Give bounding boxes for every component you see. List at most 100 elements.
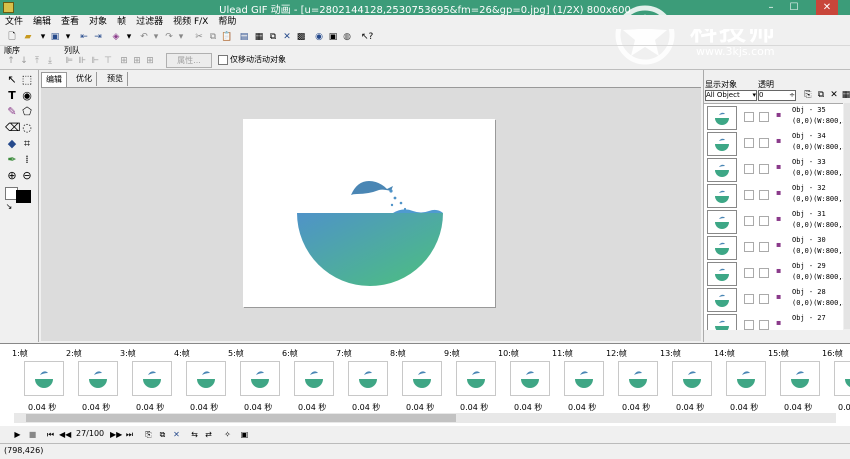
align-left-icon[interactable]: ⊫ xyxy=(64,56,74,66)
play-icon[interactable]: ▶ xyxy=(12,429,23,440)
align-bottom-icon[interactable]: ⊞ xyxy=(132,56,142,66)
object-lock-checkbox[interactable] xyxy=(759,138,769,148)
new-file-icon[interactable]: 🗋 xyxy=(6,31,18,43)
object-visible-checkbox[interactable] xyxy=(744,216,754,226)
dropdown-arrow-icon[interactable]: ▾ xyxy=(175,31,187,43)
object-visible-checkbox[interactable] xyxy=(744,294,754,304)
frame-item[interactable]: 13:帧 0.04 秒 xyxy=(660,344,714,414)
frame-item[interactable]: 9:帧 0.04 秒 xyxy=(444,344,498,414)
first-frame-icon[interactable]: ⏮ xyxy=(45,429,56,440)
layer-icon[interactable]: ◈ xyxy=(110,31,122,43)
next-frame-icon[interactable]: ▶▶ xyxy=(110,429,122,440)
reverse-frames-icon[interactable]: ⇆ xyxy=(189,429,200,440)
cut-icon[interactable]: ✂ xyxy=(193,31,205,43)
dropdown-arrow-icon[interactable]: ▾ xyxy=(37,31,49,43)
move-active-checkbox[interactable] xyxy=(218,55,228,65)
image-icon[interactable]: ▦ xyxy=(253,31,265,43)
redo-icon[interactable]: ↷ xyxy=(163,31,175,43)
object-lock-checkbox[interactable] xyxy=(759,268,769,278)
fill-tool-icon[interactable]: ◆ xyxy=(5,137,19,151)
open-folder-icon[interactable]: ▰ xyxy=(22,31,34,43)
menu-object[interactable]: 对象 xyxy=(84,15,112,29)
frame-item[interactable]: 7:帧 0.04 秒 xyxy=(336,344,390,414)
menu-view[interactable]: 查看 xyxy=(56,15,84,29)
frame-panel-scrollbar[interactable] xyxy=(14,413,836,423)
last-frame-icon[interactable]: ⏭ xyxy=(124,429,135,440)
properties-button[interactable]: 属性... xyxy=(166,53,212,68)
tab-preview[interactable]: 预览 xyxy=(103,72,128,86)
object-lock-checkbox[interactable] xyxy=(759,164,769,174)
browser-preview-icon[interactable]: ◍ xyxy=(341,31,353,43)
swap-colors-icon[interactable]: ↘ xyxy=(2,200,16,214)
tween-icon[interactable]: ⇄ xyxy=(203,429,214,440)
object-visible-checkbox[interactable] xyxy=(744,320,754,330)
frame-item[interactable]: 10:帧 0.04 秒 xyxy=(498,344,552,414)
distribute-icon[interactable]: ⊞ xyxy=(145,56,155,66)
frame-item[interactable]: 2:帧 0.04 秒 xyxy=(66,344,120,414)
eyedropper-tool-icon[interactable]: ◉ xyxy=(20,89,34,103)
object-visible-checkbox[interactable] xyxy=(744,242,754,252)
add-frame-icon[interactable]: ⎘ xyxy=(143,429,154,440)
duplicate-object-icon[interactable]: ⧉ xyxy=(815,89,827,101)
object-visible-checkbox[interactable] xyxy=(744,190,754,200)
object-visible-checkbox[interactable] xyxy=(744,164,754,174)
brush-tool-icon[interactable]: ✎ xyxy=(5,105,19,119)
pointer-tool-icon[interactable]: ↖ xyxy=(5,73,19,87)
pen-tool-icon[interactable]: ✒ xyxy=(5,153,19,167)
delete-icon[interactable]: ✕ xyxy=(281,31,293,43)
object-list-item[interactable]: ▪ Obj - 35 (0,0)(W:800,X: xyxy=(704,104,843,131)
optimize-icon[interactable]: ◉ xyxy=(313,31,325,43)
frame-item[interactable]: 8:帧 0.04 秒 xyxy=(390,344,444,414)
bring-forward-icon[interactable]: ↑ xyxy=(6,56,16,66)
undo-icon[interactable]: ↶ xyxy=(138,31,150,43)
scrollbar-thumb[interactable] xyxy=(26,414,456,422)
zoom-in-icon[interactable]: ⊕ xyxy=(5,169,19,183)
frame-item[interactable]: 15:帧 0.04 秒 xyxy=(768,344,822,414)
frame-item[interactable]: 11:帧 0.04 秒 xyxy=(552,344,606,414)
delete-object-icon[interactable]: ✕ xyxy=(828,89,840,101)
menu-filter[interactable]: 过滤器 xyxy=(131,15,168,29)
save-icon[interactable]: ▣ xyxy=(49,31,61,43)
object-filter-select[interactable]: All Object ▾ xyxy=(705,90,757,101)
menu-frame[interactable]: 帧 xyxy=(112,15,131,29)
object-visible-checkbox[interactable] xyxy=(744,138,754,148)
zoom-out-icon[interactable]: ⊖ xyxy=(20,169,34,183)
foreground-color-swatch[interactable] xyxy=(16,190,31,203)
frame-copy-icon[interactable]: ⧉ xyxy=(267,31,279,43)
frame-item[interactable]: 4:帧 0.04 秒 xyxy=(174,344,228,414)
bring-to-front-icon[interactable]: ⤒ xyxy=(32,56,42,66)
paste-icon[interactable]: 📋 xyxy=(221,31,233,43)
dropdown-arrow-icon[interactable]: ▾ xyxy=(123,31,135,43)
frame-item[interactable]: 12:帧 0.04 秒 xyxy=(606,344,660,414)
lasso-tool-icon[interactable]: ⬠ xyxy=(20,105,34,119)
menu-edit[interactable]: 编辑 xyxy=(28,15,56,29)
align-center-icon[interactable]: ⊪ xyxy=(77,56,87,66)
send-to-back-icon[interactable]: ⤓ xyxy=(45,56,55,66)
object-lock-checkbox[interactable] xyxy=(759,242,769,252)
object-visible-checkbox[interactable] xyxy=(744,112,754,122)
duplicate-frame-icon[interactable]: ⧉ xyxy=(157,429,168,440)
frame-effects-icon[interactable]: ✧ xyxy=(222,429,233,440)
menu-video-fx[interactable]: 视频 F/X xyxy=(168,15,213,29)
object-list-item[interactable]: ▪ Obj - 31 (0,0)(W:800,X: xyxy=(704,208,843,235)
copy-icon[interactable]: ⧉ xyxy=(207,31,219,43)
previous-frame-icon[interactable]: ◀◀ xyxy=(59,429,71,440)
object-list-item[interactable]: ▪ Obj - 30 (0,0)(W:800,X: xyxy=(704,234,843,261)
object-list-item[interactable]: ▪ Obj - 29 (0,0)(W:800,X: xyxy=(704,260,843,287)
line-tool-icon[interactable]: ⁞ xyxy=(20,153,34,167)
crop-tool-icon[interactable]: ⌗ xyxy=(20,137,34,151)
object-properties-icon[interactable]: ▦ xyxy=(840,89,850,101)
object-lock-checkbox[interactable] xyxy=(759,320,769,330)
stop-icon[interactable]: ■ xyxy=(27,429,38,440)
align-top-icon[interactable]: ⊤ xyxy=(103,56,113,66)
export-icon[interactable]: ⇥ xyxy=(92,31,104,43)
opacity-input[interactable]: 0 ÷ xyxy=(758,90,796,101)
dropdown-arrow-icon[interactable]: ▾ xyxy=(150,31,162,43)
image-canvas[interactable] xyxy=(243,119,495,307)
frame-item[interactable]: 1:帧 0.04 秒 xyxy=(12,344,66,414)
object-list-scrollbar[interactable] xyxy=(844,103,850,329)
object-lock-checkbox[interactable] xyxy=(759,112,769,122)
help-pointer-icon[interactable]: ↖? xyxy=(361,31,373,43)
tab-edit[interactable]: 编辑 xyxy=(41,72,67,87)
menu-help[interactable]: 帮助 xyxy=(213,15,241,29)
